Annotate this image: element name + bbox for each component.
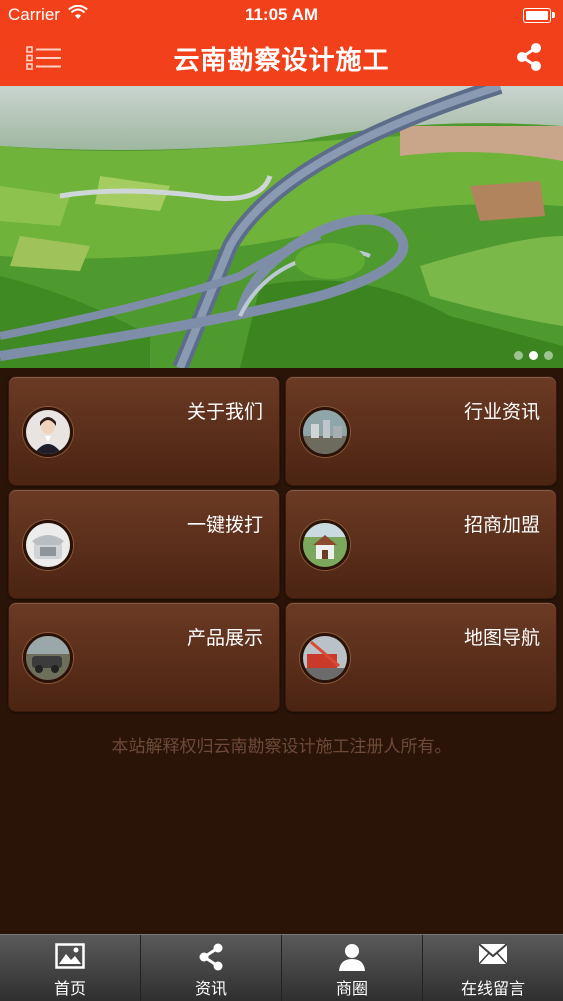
envelope-icon — [478, 943, 508, 965]
tile-one-click-call[interactable]: 一键拨打 — [8, 489, 280, 599]
tab-label: 商圈 — [335, 981, 368, 998]
page-title: 云南勘察设计施工 — [173, 45, 390, 75]
tile-label: 招商加盟 — [463, 515, 540, 536]
city-icon — [300, 407, 350, 457]
carousel-dot[interactable] — [514, 351, 523, 360]
share-icon[interactable] — [515, 42, 543, 72]
carousel-dot[interactable] — [544, 351, 553, 360]
tab-home[interactable]: 首页 — [0, 935, 141, 1001]
tile-label: 地图导航 — [463, 628, 540, 649]
banner-carousel[interactable] — [0, 86, 563, 368]
tile-franchise[interactable]: 招商加盟 — [285, 489, 557, 599]
telephone-icon — [23, 520, 73, 570]
machinery-icon — [300, 633, 350, 683]
bottom-tab-bar: 首页 资讯 商圈 在线留言 — [0, 934, 563, 1001]
tile-industry-news[interactable]: 行业资讯 — [285, 376, 557, 486]
tab-news[interactable]: 资讯 — [141, 935, 282, 1001]
tab-label: 在线留言 — [460, 981, 525, 998]
clock: 11:05 AM — [244, 5, 319, 24]
header-bar: 云南勘察设计施工 — [0, 30, 563, 86]
tile-map-navigation[interactable]: 地图导航 — [285, 602, 557, 712]
tile-label: 关于我们 — [186, 402, 263, 423]
status-bar: Carrier 11:05 AM — [0, 0, 563, 30]
copyright-note: 本站解释权归云南勘察设计施工注册人所有。 — [111, 737, 452, 756]
battery-icon — [523, 8, 555, 23]
tab-label: 首页 — [53, 981, 86, 998]
tab-online-message[interactable]: 在线留言 — [423, 935, 563, 1001]
tile-about-us[interactable]: 关于我们 — [8, 376, 280, 486]
vehicle-icon — [23, 633, 73, 683]
tile-label: 一键拨打 — [186, 515, 263, 536]
house-icon — [300, 520, 350, 570]
carousel-dots[interactable] — [514, 351, 553, 360]
tile-products[interactable]: 产品展示 — [8, 602, 280, 712]
person-icon — [339, 944, 365, 971]
image-icon — [55, 943, 85, 969]
tile-label: 行业资讯 — [463, 402, 540, 423]
carousel-dot-active[interactable] — [529, 351, 538, 360]
share-icon — [199, 943, 223, 971]
highway-interchange-image — [0, 86, 563, 368]
tile-label: 产品展示 — [186, 628, 263, 649]
receptionist-icon — [23, 407, 73, 457]
tab-label: 资讯 — [194, 981, 227, 998]
tab-business-circle[interactable]: 商圈 — [282, 935, 423, 1001]
